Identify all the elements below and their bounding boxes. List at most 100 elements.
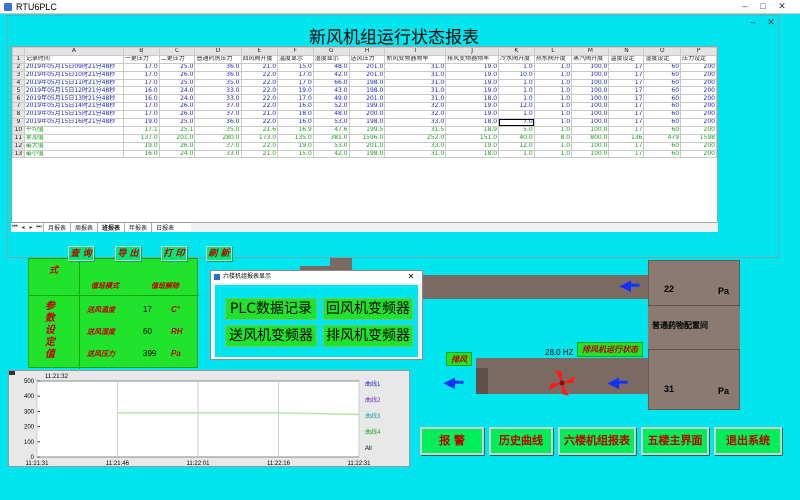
data-cell[interactable]: 1.0 <box>533 78 573 88</box>
summary-cell[interactable]: 201.0 <box>348 141 386 151</box>
floor5-main-button[interactable]: 五楼主界面 <box>641 427 709 455</box>
column-letter[interactable]: O <box>643 47 682 56</box>
summary-cell[interactable]: 199.5 <box>348 125 386 135</box>
export-button[interactable]: 导 出 <box>115 246 141 261</box>
data-cell[interactable]: 17.0 <box>277 94 314 104</box>
data-cell[interactable]: 17 <box>608 118 645 127</box>
column-letter[interactable]: N <box>608 47 645 56</box>
data-cell[interactable]: 19.0 <box>277 86 314 96</box>
data-cell[interactable]: 22.0 <box>240 70 279 80</box>
timestamp-cell[interactable]: 2019年05月15日13时21分48秒 <box>23 94 124 104</box>
history-curve-button[interactable]: 历史曲线 <box>489 427 553 455</box>
row-number[interactable]: 2 <box>12 62 25 72</box>
maximize-icon[interactable]: □ <box>756 0 770 13</box>
summary-cell[interactable]: 136 <box>608 133 645 143</box>
summary-cell[interactable]: 800.0 <box>571 133 610 143</box>
summary-cell[interactable]: 17 <box>608 125 645 135</box>
tab-shift[interactable]: 班报表 <box>97 223 125 232</box>
data-cell[interactable]: 22.0 <box>240 86 279 96</box>
plc-record-button[interactable]: PLC数据记录 <box>225 298 317 320</box>
data-cell[interactable]: 22.0 <box>240 102 279 112</box>
column-letter[interactable]: F <box>277 47 314 56</box>
data-cell[interactable]: 1.0 <box>498 110 535 120</box>
data-cell[interactable]: 201.0 <box>348 70 386 80</box>
timestamp-cell[interactable]: 2019年05月15日15时21分48秒 <box>23 110 124 120</box>
data-cell[interactable]: 36.0 <box>194 62 242 72</box>
header-cell[interactable]: 记录时间 <box>23 54 124 64</box>
summary-cell[interactable]: 100.0 <box>571 125 610 135</box>
data-cell[interactable]: 10.0 <box>498 70 535 80</box>
summary-cell[interactable]: 60 <box>643 149 682 159</box>
tab-next-icon[interactable]: ▸ <box>27 224 35 231</box>
timestamp-cell[interactable]: 2019年05月15日09时21分48秒 <box>23 62 124 72</box>
data-cell[interactable]: 199.0 <box>348 102 386 112</box>
data-cell[interactable]: 48.0 <box>312 62 350 72</box>
summary-cell[interactable]: 18.0 <box>445 149 500 159</box>
data-cell[interactable]: 37.0 <box>194 102 242 112</box>
column-letter[interactable]: G <box>312 47 350 56</box>
data-cell[interactable]: 1.0 <box>533 102 573 112</box>
header-cell[interactable]: 热水阀开度 <box>533 54 573 64</box>
data-cell[interactable]: 22.0 <box>240 94 279 104</box>
data-cell[interactable]: 1.0 <box>533 70 573 80</box>
data-cell[interactable]: 201.0 <box>348 62 386 72</box>
data-cell[interactable]: 19.0 <box>445 78 500 88</box>
duty-release-button[interactable]: 值班解除 <box>151 281 179 291</box>
timestamp-cell[interactable]: 2019年05月15日14时21分48秒 <box>23 102 124 112</box>
data-cell[interactable]: 35.0 <box>194 78 242 88</box>
summary-cell[interactable]: 60 <box>643 141 682 151</box>
floor6-report-button[interactable]: 六楼机组报表 <box>558 427 636 455</box>
summary-cell[interactable]: 381.0 <box>312 133 350 143</box>
data-cell[interactable]: 19.0 <box>445 70 500 80</box>
param-value-temp[interactable]: 17 <box>143 305 152 314</box>
data-cell[interactable]: 19.0 <box>445 110 500 120</box>
header-cell[interactable]: 湿度设定 <box>643 54 682 64</box>
row-number[interactable]: 7 <box>12 102 25 112</box>
header-cell[interactable]: 送风压力 <box>348 54 386 64</box>
data-cell[interactable]: 33.0 <box>194 86 242 96</box>
summary-label-cell[interactable]: 累加值 <box>23 133 124 143</box>
row-number[interactable]: 3 <box>12 70 25 80</box>
data-cell[interactable]: 19.0 <box>122 118 160 127</box>
data-cell[interactable]: 49.0 <box>312 94 350 104</box>
data-cell[interactable]: 17.0 <box>122 110 160 120</box>
summary-cell[interactable]: 60 <box>643 125 682 135</box>
column-letter[interactable]: B <box>122 47 160 56</box>
summary-cell[interactable]: 252.0 <box>384 133 447 143</box>
data-cell[interactable]: 200 <box>680 110 717 120</box>
tab-last-icon[interactable]: ⏭ <box>35 224 43 231</box>
data-cell[interactable]: 31.0 <box>384 70 447 80</box>
data-cell[interactable]: 16.0 <box>277 118 314 127</box>
data-cell[interactable]: 32.0 <box>384 102 447 112</box>
summary-cell[interactable]: 16.0 <box>122 149 160 159</box>
data-cell[interactable]: 31.0 <box>384 94 447 104</box>
data-cell[interactable]: 17.0 <box>277 70 314 80</box>
column-letter[interactable]: L <box>533 47 573 56</box>
timestamp-cell[interactable]: 2019年05月15日12时21分48秒 <box>23 86 124 96</box>
column-letter[interactable] <box>12 47 25 56</box>
data-cell[interactable]: 200 <box>680 94 717 104</box>
summary-cell[interactable]: 100.0 <box>571 141 610 151</box>
data-cell[interactable]: 18.0 <box>445 94 500 104</box>
summary-cell[interactable]: 19.0 <box>277 141 314 151</box>
row-number[interactable]: 6 <box>12 94 25 104</box>
data-cell[interactable]: 12.0 <box>498 102 535 112</box>
data-cell[interactable]: 100.0 <box>571 62 610 72</box>
timestamp-cell[interactable]: 2019年05月15日16时21分48秒 <box>23 118 124 127</box>
summary-cell[interactable]: 18.9 <box>445 125 500 135</box>
data-cell[interactable]: 42.0 <box>312 70 350 80</box>
summary-cell[interactable]: 135.0 <box>277 133 314 143</box>
data-cell[interactable]: 17 <box>608 94 645 104</box>
data-cell[interactable]: 19.0 <box>445 102 500 112</box>
close-icon[interactable]: ✕ <box>775 0 789 13</box>
data-cell[interactable]: 25.0 <box>158 62 196 72</box>
summary-cell[interactable]: 47.6 <box>312 125 350 135</box>
data-cell[interactable]: 200 <box>680 118 717 127</box>
row-number[interactable]: 11 <box>12 133 25 143</box>
data-cell[interactable]: 33.0 <box>194 94 242 104</box>
data-cell[interactable]: 60 <box>643 78 682 88</box>
column-letter[interactable]: I <box>384 47 447 56</box>
column-letter[interactable]: P <box>680 47 717 56</box>
summary-cell[interactable]: 1598 <box>680 133 717 143</box>
column-letter[interactable]: H <box>348 47 386 56</box>
